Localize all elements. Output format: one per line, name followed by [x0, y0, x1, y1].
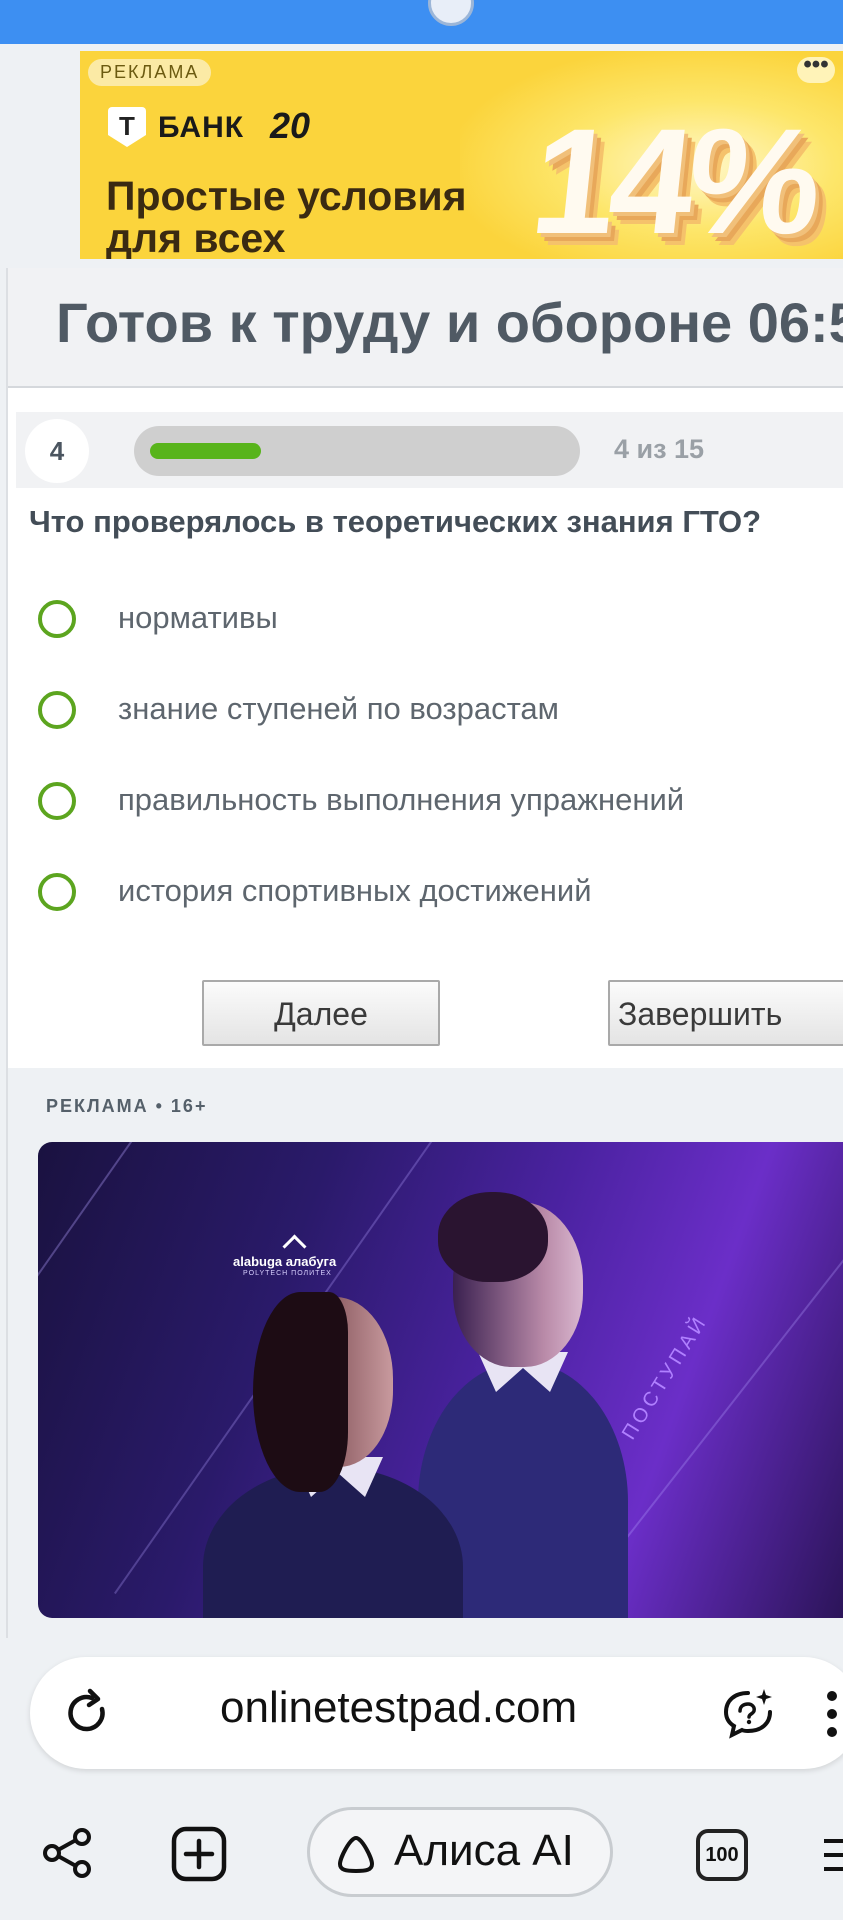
answer-label: история спортивных достижений [118, 873, 592, 908]
test-header: Готов к труду и обороне 06:5 [8, 268, 843, 388]
person-hair [253, 1292, 348, 1492]
person-torso [203, 1467, 463, 1618]
bottom-nav: Алиса AI 100 [0, 1795, 843, 1920]
answer-label: правильность выполнения упражнений [118, 782, 685, 817]
question-text: Что проверялось в теоретических знания Г… [29, 504, 762, 539]
ad-headline-line1: Простые условия [106, 173, 467, 219]
answer-option[interactable]: история спортивных достижений [38, 871, 828, 921]
address-bar[interactable]: onlinetestpad.com [30, 1657, 843, 1769]
status-icon [428, 0, 474, 26]
bottom-ad-area: РЕКЛАМА • 16+ alabuga алабуга POLYTECH П… [8, 1068, 843, 1638]
status-bar [0, 0, 843, 44]
person-figure [203, 1292, 463, 1618]
answer-label: знание ступеней по возрастам [118, 691, 559, 726]
answer-option[interactable]: правильность выполнения упражнений [38, 780, 828, 830]
share-icon[interactable] [40, 1825, 96, 1881]
finish-button[interactable]: Завершить [608, 980, 843, 1046]
alice-ai-label: Алиса AI [394, 1826, 574, 1875]
radio-button[interactable] [38, 600, 76, 638]
answer-option[interactable]: нормативы [38, 598, 828, 648]
new-tab-icon[interactable] [170, 1825, 228, 1883]
reload-icon[interactable] [62, 1687, 114, 1739]
ad-brand-mark: 20 [270, 105, 311, 146]
alice-ai-button[interactable]: Алиса AI [307, 1807, 613, 1897]
progress-bar-fill [150, 443, 261, 459]
ad-image[interactable]: alabuga алабуга POLYTECH ПОЛИТЕХ ПОСТУПА… [38, 1142, 843, 1618]
url-text[interactable]: onlinetestpad.com [220, 1683, 577, 1733]
answer-label: нормативы [118, 600, 278, 635]
ai-chat-icon[interactable] [720, 1685, 776, 1741]
tabs-icon[interactable]: 100 [696, 1829, 748, 1881]
ad-logo-text: alabuga алабуга [233, 1254, 337, 1269]
ad-headline: Простые условия для всех [106, 175, 467, 259]
ad-badge: РЕКЛАМА [88, 59, 212, 86]
progress-bar [134, 426, 580, 476]
answer-option[interactable]: знание ступеней по возрастам [38, 689, 828, 739]
ad-vertical-text: ПОСТУПАЙ [618, 1310, 713, 1444]
tbank-logo-icon: Т [108, 107, 146, 147]
progress-text: 4 из 15 [614, 434, 705, 464]
radio-button[interactable] [38, 873, 76, 911]
decor-line [38, 1142, 160, 1595]
top-banner-ad[interactable]: РЕКЛАМА ••• Т БАНК 20 Простые условия дл… [80, 51, 843, 259]
next-button[interactable]: Далее [202, 980, 440, 1046]
ad-logo-subtext: POLYTECH ПОЛИТЕХ [243, 1270, 332, 1277]
person-hair [438, 1192, 548, 1282]
ad-brand-name: БАНК [158, 111, 245, 144]
radio-button[interactable] [38, 691, 76, 729]
ad-more-button[interactable]: ••• [797, 53, 835, 83]
ad-headline-line2: для всех [106, 215, 286, 259]
hamburger-icon[interactable] [822, 1835, 843, 1875]
radio-button[interactable] [38, 782, 76, 820]
test-card: Готов к труду и обороне 06:5 4 4 из 15 Ч… [6, 268, 843, 1638]
kebab-icon[interactable] [825, 1689, 839, 1739]
ad-big-number: 14% [524, 97, 825, 259]
alice-icon [337, 1835, 375, 1874]
question-number-badge: 4 [25, 419, 89, 483]
ad-label: РЕКЛАМА • 16+ [46, 1096, 208, 1116]
test-title: Готов к труду и обороне 06:5 [56, 291, 843, 354]
progress-row: 4 4 из 15 [16, 412, 843, 488]
